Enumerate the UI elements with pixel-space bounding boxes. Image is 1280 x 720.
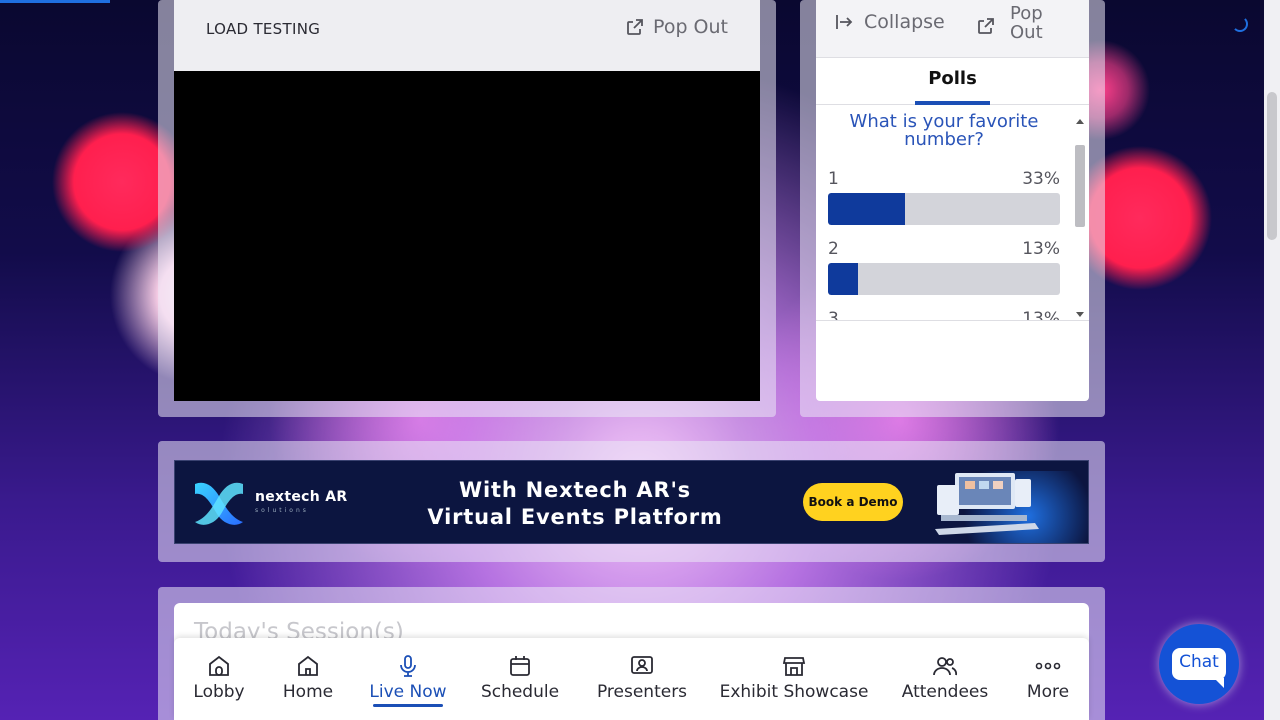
nav-label-presenters: Presenters	[596, 682, 688, 702]
poll-option-percent: 33%	[1022, 169, 1060, 189]
nav-item-exhibit-showcase[interactable]: Exhibit Showcase	[718, 638, 870, 720]
nav-label-attendees: Attendees	[901, 682, 989, 702]
polls-toolbar: Collapse Pop Out	[816, 0, 1089, 58]
page-scrollbar-thumb[interactable]	[1267, 92, 1277, 240]
polls-popout-button[interactable]: Pop Out	[976, 4, 1050, 42]
polls-panel: Collapse Pop Out Polls What is your favo…	[816, 0, 1089, 401]
video-popout-button[interactable]: Pop Out	[625, 16, 728, 38]
devices-illustration-icon	[935, 473, 1039, 535]
poll-content: What is your favorite number? 1 33% 2 13…	[816, 105, 1089, 321]
poll-option-label: 2	[828, 239, 839, 259]
collapse-label: Collapse	[864, 11, 945, 33]
sponsor-banner[interactable]: nextech AR solutions With Nextech AR's V…	[174, 460, 1089, 544]
video-popout-label: Pop Out	[653, 16, 728, 38]
video-header: LOAD TESTING Pop Out	[174, 0, 760, 71]
polls-popout-label-line1: Pop	[1010, 3, 1043, 24]
nav-label-schedule: Schedule	[480, 682, 560, 702]
nav-item-attendees[interactable]: Attendees	[898, 638, 992, 720]
nav-label-more: More	[1026, 682, 1070, 702]
nextech-logo-icon	[195, 482, 243, 525]
external-link-icon	[627, 19, 643, 35]
page-scrollbar[interactable]	[1264, 0, 1280, 720]
banner-headline-line1: With Nextech AR's	[459, 478, 691, 502]
poll-option-fill	[828, 193, 905, 225]
top-progress-accent	[0, 0, 110, 3]
active-tab-underline	[373, 704, 443, 707]
lobby-icon	[209, 655, 229, 676]
nav-label-lobby: Lobby	[193, 682, 245, 702]
chat-button[interactable]: Chat	[1159, 624, 1239, 704]
nav-label-home: Home	[282, 682, 334, 702]
banner-headline-line2: Virtual Events Platform	[427, 505, 723, 529]
tab-polls[interactable]: Polls	[915, 58, 990, 105]
poll-option-bar	[828, 193, 1060, 225]
poll-option-percent: 13%	[1022, 309, 1060, 321]
poll-option-label: 3	[828, 309, 839, 321]
poll-option[interactable]: 2 13%	[828, 239, 1060, 295]
poll-option[interactable]: 3 13%	[828, 309, 1060, 321]
brand-subtitle: solutions	[255, 507, 309, 514]
poll-scrollbar[interactable]	[1074, 113, 1086, 317]
scroll-down-arrow-icon[interactable]	[1076, 312, 1084, 317]
presenter-icon	[631, 656, 653, 674]
calendar-icon	[510, 656, 530, 676]
poll-option-label: 1	[828, 169, 839, 189]
video-player[interactable]	[174, 71, 760, 401]
home-icon	[298, 655, 318, 676]
nav-item-presenters[interactable]: Presenters	[594, 638, 690, 720]
scroll-up-arrow-icon[interactable]	[1076, 119, 1084, 124]
poll-option-percent: 13%	[1022, 239, 1060, 259]
poll-option-bar	[828, 263, 1060, 295]
banner-headline: With Nextech AR's Virtual Events Platfor…	[415, 477, 735, 531]
loading-spinner-icon	[1232, 16, 1248, 32]
video-title: LOAD TESTING	[206, 20, 321, 38]
nav-item-schedule[interactable]: Schedule	[478, 638, 562, 720]
polls-popout-label-line2: Out	[1010, 22, 1043, 43]
chat-bubble-tail	[1214, 678, 1224, 688]
collapse-arrow-icon	[836, 15, 853, 29]
polls-tabs: Polls	[816, 58, 1089, 105]
external-link-icon	[978, 18, 994, 34]
more-dots-icon	[1035, 662, 1061, 670]
nav-item-home[interactable]: Home	[278, 638, 338, 720]
poll-scrollbar-thumb[interactable]	[1075, 145, 1085, 227]
book-demo-button[interactable]: Book a Demo	[803, 483, 903, 521]
nav-item-live-now[interactable]: Live Now	[366, 638, 450, 720]
storefront-icon	[782, 657, 806, 676]
chat-label: Chat	[1179, 652, 1219, 672]
nav-item-more[interactable]: More	[1022, 638, 1074, 720]
collapse-button[interactable]: Collapse	[834, 11, 945, 33]
brand-name: nextech AR	[255, 489, 348, 505]
poll-question: What is your favorite number?	[849, 111, 1039, 150]
bottom-nav: Lobby Home Live Now Schedule Presenters …	[174, 638, 1089, 720]
microphone-icon	[400, 655, 416, 677]
poll-option[interactable]: 1 33%	[828, 169, 1060, 225]
poll-option-fill	[828, 263, 859, 295]
nav-label-exhibit-showcase: Exhibit Showcase	[719, 682, 869, 702]
nav-item-lobby[interactable]: Lobby	[188, 638, 250, 720]
people-icon	[933, 657, 958, 676]
nav-label-live-now: Live Now	[369, 682, 447, 702]
chat-bubble-icon: Chat	[1172, 648, 1226, 688]
